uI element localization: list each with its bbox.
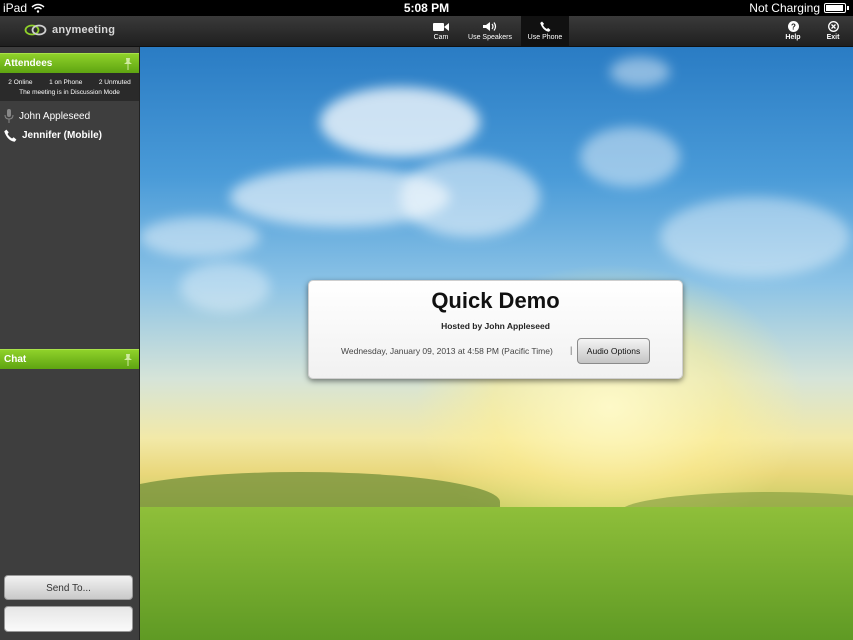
status-bar: iPad 5:08 PM Not Charging bbox=[0, 0, 853, 16]
svg-text:?: ? bbox=[791, 23, 796, 32]
attendee-row[interactable]: John Appleseed bbox=[4, 109, 90, 123]
cloud bbox=[580, 127, 680, 187]
meeting-host: Hosted by John Appleseed bbox=[441, 321, 550, 331]
app-toolbar: anymeeting Cam Use Speakers Use Phone ? … bbox=[0, 16, 853, 47]
exit-button[interactable]: Exit bbox=[820, 16, 846, 46]
grass-field bbox=[140, 507, 853, 640]
online-count: 2 Online bbox=[8, 79, 33, 86]
speaker-icon bbox=[483, 22, 497, 31]
phone-icon bbox=[4, 129, 17, 142]
help-label: Help bbox=[785, 34, 801, 41]
use-phone-button[interactable]: Use Phone bbox=[521, 16, 569, 46]
attendees-header[interactable]: Attendees bbox=[0, 53, 139, 73]
meeting-datetime: Wednesday, January 09, 2013 at 4:58 PM (… bbox=[341, 346, 553, 356]
battery-status: Not Charging bbox=[749, 1, 820, 15]
meeting-info-card: Quick Demo Hosted by John Appleseed Wedn… bbox=[308, 280, 683, 379]
status-time: 5:08 PM bbox=[403, 1, 450, 15]
separator: | bbox=[570, 345, 573, 355]
battery-icon bbox=[824, 3, 846, 13]
chat-title: Chat bbox=[4, 354, 27, 365]
close-icon bbox=[827, 21, 839, 32]
camera-icon bbox=[433, 22, 449, 31]
use-speakers-button[interactable]: Use Speakers bbox=[462, 16, 518, 46]
chat-header[interactable]: Chat bbox=[0, 349, 139, 369]
exit-label: Exit bbox=[826, 34, 840, 41]
attendee-row[interactable]: Jennifer (Mobile) bbox=[4, 129, 102, 142]
help-button[interactable]: ? Help bbox=[780, 16, 806, 46]
cam-label: Cam bbox=[433, 33, 449, 41]
pin-icon[interactable] bbox=[123, 354, 133, 366]
cloud bbox=[140, 217, 260, 257]
cam-button[interactable]: Cam bbox=[424, 16, 458, 46]
status-right: Not Charging bbox=[749, 0, 849, 16]
logo-text: anymeeting bbox=[52, 24, 116, 36]
microphone-icon bbox=[4, 109, 14, 123]
cloud bbox=[610, 57, 670, 87]
cloud bbox=[400, 157, 540, 237]
attendee-name: John Appleseed bbox=[19, 110, 91, 122]
send-to-button[interactable]: Send To... bbox=[4, 575, 133, 600]
use-speakers-label: Use Speakers bbox=[468, 34, 512, 41]
attendees-title: Attendees bbox=[4, 58, 53, 69]
cloud bbox=[180, 262, 270, 312]
audio-options-button[interactable]: Audio Options bbox=[577, 338, 650, 364]
app-logo: anymeeting bbox=[24, 24, 115, 36]
pin-icon[interactable] bbox=[123, 58, 133, 70]
phone-icon bbox=[539, 21, 550, 32]
attendee-stats: 2 Online 1 on Phone 2 Unmuted The meetin… bbox=[0, 73, 139, 101]
attendee-name: Jennifer (Mobile) bbox=[22, 130, 103, 141]
cloud bbox=[660, 197, 850, 277]
logo-icon bbox=[24, 24, 47, 36]
use-phone-label: Use Phone bbox=[527, 34, 563, 41]
chat-input[interactable] bbox=[4, 606, 133, 632]
battery-tip bbox=[847, 6, 849, 10]
cloud bbox=[320, 87, 480, 157]
help-icon: ? bbox=[787, 21, 799, 32]
on-phone-count: 1 on Phone bbox=[49, 79, 83, 86]
meeting-title: Quick Demo bbox=[431, 288, 560, 313]
meeting-mode: The meeting is in Discussion Mode bbox=[19, 89, 120, 96]
unmuted-count: 2 Unmuted bbox=[98, 79, 131, 86]
